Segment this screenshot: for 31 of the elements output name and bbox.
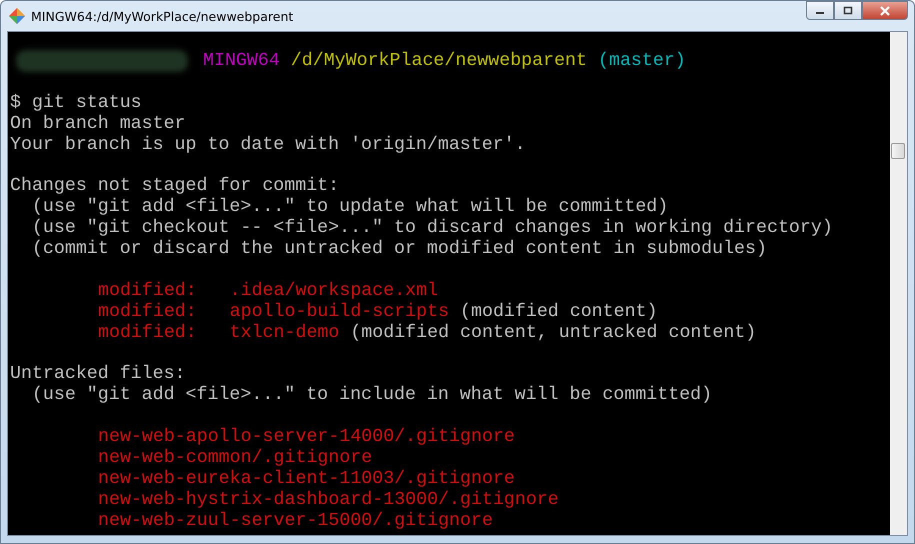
shell-name: MINGW64 <box>203 51 280 72</box>
changed-file-text: new-web-hystrix-dashboard-13000/.gitignore <box>98 490 559 511</box>
close-icon <box>879 6 891 16</box>
terminal-text: Changes not staged for commit: <box>10 176 340 198</box>
terminal-text: (modified content) <box>459 302 658 323</box>
changed-file-text: new-web-zuul-server-15000/.gitignore <box>98 510 493 532</box>
terminal-text: (use "git add <file>..." to update what will be committed) <box>30 197 668 218</box>
terminal-text: On branch master <box>10 114 186 135</box>
minimize-button[interactable] <box>806 1 834 20</box>
changed-file-text: modified: .idea/workspace.xml <box>98 280 438 302</box>
changed-file-text: new-web-common/.gitignore <box>98 448 372 469</box>
window-title: MINGW64:/d/MyWorkPlace/newwebparent <box>31 8 294 24</box>
close-button[interactable] <box>862 1 908 20</box>
maximize-icon <box>843 6 853 15</box>
changed-file-text: modified: apollo-build-scripts <box>98 302 450 323</box>
terminal-text: (use "git add <file>..." to include in what will be committed) <box>30 385 712 406</box>
terminal-text: (commit or discard the untracked or modified content in submodules) <box>30 239 767 260</box>
changed-file-text: modified: txlcn-demo <box>98 322 340 344</box>
scrollbar[interactable] <box>890 32 907 535</box>
branch-name: (master) <box>598 51 686 72</box>
diamond-icon <box>9 8 25 24</box>
terminal-text: Untracked files: <box>10 364 186 386</box>
changed-file-text: new-web-apollo-server-14000/.gitignore <box>98 427 515 448</box>
prompt-path: /d/MyWorkPlace/newwebparent <box>290 51 588 72</box>
terminal-text: (modified content, untracked content) <box>349 322 756 344</box>
terminal-text: Your branch is up to date with 'origin/master'. <box>10 134 526 156</box>
changed-file-text: new-web-eureka-client-11003/.gitignore <box>98 468 515 490</box>
terminal-text: (use "git checkout -- <file>..." to discard changes in working directory) <box>30 218 833 240</box>
maximize-button[interactable] <box>834 1 862 20</box>
terminal-text: $ git status <box>10 92 142 114</box>
scrollbar-thumb[interactable] <box>891 143 905 159</box>
